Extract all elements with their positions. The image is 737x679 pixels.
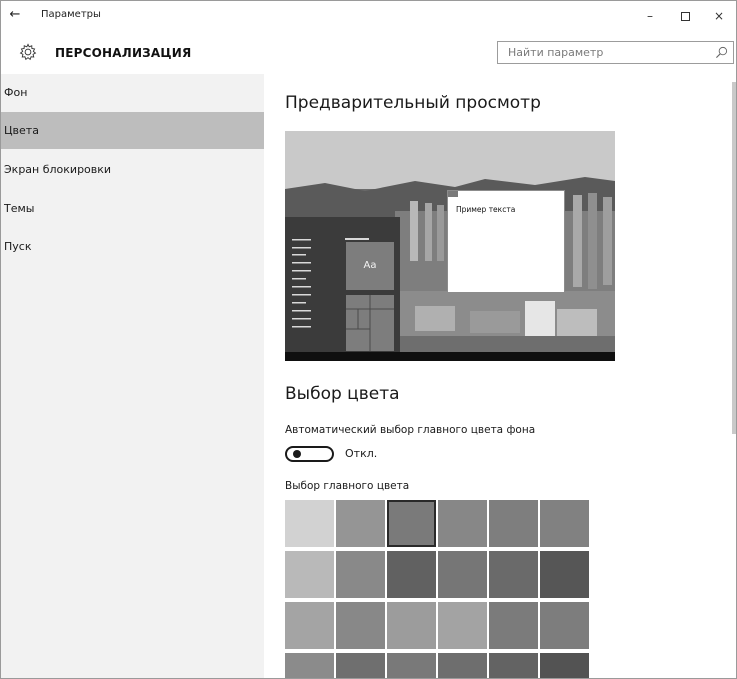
- color-swatch[interactable]: [540, 602, 589, 649]
- color-swatch[interactable]: [336, 653, 385, 678]
- close-icon: ×: [713, 9, 725, 23]
- back-button[interactable]: ←: [1, 1, 29, 32]
- back-arrow-icon: ←: [9, 7, 21, 22]
- color-swatch[interactable]: [387, 602, 436, 649]
- sidebar-item-label: Экран блокировки: [4, 163, 112, 176]
- sidebar-item-colors[interactable]: Цвета: [1, 112, 264, 149]
- settings-window: ← Параметры – × ПЕРСОНАЛИЗАЦИЯ Найти пар…: [0, 0, 737, 679]
- page-title: ПЕРСОНАЛИЗАЦИЯ: [55, 46, 192, 60]
- sidebar-item-themes[interactable]: Темы: [1, 190, 264, 227]
- color-swatch[interactable]: [285, 653, 334, 678]
- color-swatch[interactable]: [438, 551, 487, 598]
- color-swatch[interactable]: [438, 653, 487, 678]
- maximize-icon: [680, 12, 690, 21]
- search-input[interactable]: [498, 42, 708, 63]
- maximize-button[interactable]: [668, 1, 702, 32]
- color-swatch[interactable]: [438, 602, 487, 649]
- window-title: Параметры: [41, 9, 101, 20]
- sidebar-item-lock-screen[interactable]: Экран блокировки: [1, 151, 264, 188]
- color-swatch[interactable]: [285, 602, 334, 649]
- preview-window-accent: [448, 191, 458, 197]
- preview-taskbar: [285, 352, 615, 361]
- toggle-knob: [293, 450, 301, 458]
- preview-sample-window: Пример текста: [447, 190, 565, 293]
- color-swatch[interactable]: [540, 500, 589, 547]
- color-swatch[interactable]: [387, 653, 436, 678]
- color-heading: Выбор цвета: [285, 384, 400, 404]
- color-swatch[interactable]: [336, 551, 385, 598]
- main-content: Предварительный просмотр Aa Пример текст…: [264, 74, 736, 678]
- color-swatch[interactable]: [336, 500, 385, 547]
- sidebar-item-label: Пуск: [4, 240, 32, 253]
- search-box[interactable]: [497, 41, 734, 64]
- scrollbar[interactable]: [731, 74, 736, 678]
- color-swatch[interactable]: [285, 551, 334, 598]
- sidebar: Фон Цвета Экран блокировки Темы Пуск: [1, 74, 264, 678]
- preview-heading: Предварительный просмотр: [285, 93, 541, 113]
- search-icon[interactable]: [715, 46, 728, 59]
- color-swatch[interactable]: [387, 551, 436, 598]
- minimize-icon: –: [647, 9, 653, 23]
- color-swatch[interactable]: [540, 551, 589, 598]
- auto-accent-toggle[interactable]: [285, 446, 334, 462]
- color-swatch-grid: [285, 500, 595, 678]
- accent-color-label: Выбор главного цвета: [285, 480, 410, 492]
- sidebar-item-label: Цвета: [4, 124, 39, 137]
- color-swatch[interactable]: [489, 653, 538, 678]
- toggle-state-label: Откл.: [345, 447, 378, 460]
- settings-header: ПЕРСОНАЛИЗАЦИЯ: [1, 32, 736, 74]
- auto-accent-label: Автоматический выбор главного цвета фона: [285, 424, 536, 436]
- close-button[interactable]: ×: [702, 1, 736, 32]
- color-swatch[interactable]: [540, 653, 589, 678]
- sidebar-item-label: Темы: [4, 202, 35, 215]
- scrollbar-thumb[interactable]: [732, 82, 736, 434]
- color-swatch[interactable]: [489, 602, 538, 649]
- color-swatch[interactable]: [489, 551, 538, 598]
- color-swatch[interactable]: [387, 500, 436, 547]
- minimize-button[interactable]: –: [633, 1, 667, 32]
- sidebar-item-label: Фон: [4, 86, 28, 99]
- sidebar-item-start[interactable]: Пуск: [1, 228, 264, 265]
- color-swatch[interactable]: [285, 500, 334, 547]
- sidebar-item-background[interactable]: Фон: [1, 74, 264, 111]
- preview-tile: Aa: [346, 242, 394, 290]
- gear-icon: [19, 43, 37, 61]
- color-swatch[interactable]: [336, 602, 385, 649]
- preview-image: Aa Пример текста: [285, 131, 615, 361]
- color-swatch[interactable]: [438, 500, 487, 547]
- color-swatch[interactable]: [489, 500, 538, 547]
- title-bar: ← Параметры – ×: [1, 1, 736, 32]
- preview-sample-text: Пример текста: [456, 205, 516, 214]
